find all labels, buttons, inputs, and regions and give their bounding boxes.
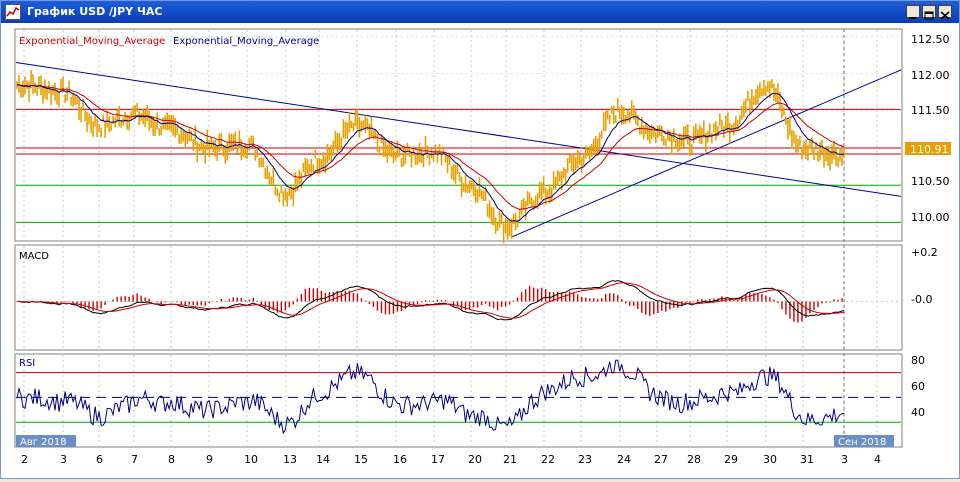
macd-y-tick: -0.0 bbox=[911, 293, 932, 306]
x-tick: 20 bbox=[468, 453, 482, 466]
month-end-label: Сен 2018 bbox=[838, 437, 886, 448]
x-tick: 23 bbox=[578, 453, 592, 466]
x-tick: 14 bbox=[316, 453, 330, 466]
x-tick: 3 bbox=[841, 453, 848, 466]
x-tick: 27 bbox=[654, 453, 668, 466]
chart-icon bbox=[5, 4, 21, 20]
month-start-label: Авг 2018 bbox=[20, 437, 67, 448]
x-tick: 13 bbox=[283, 453, 297, 466]
x-tick: 29 bbox=[724, 453, 738, 466]
x-tick: 15 bbox=[354, 453, 368, 466]
rsi-y-tick: 40 bbox=[911, 406, 925, 419]
macd-panel[interactable] bbox=[14, 244, 903, 351]
close-button[interactable] bbox=[938, 5, 952, 20]
minimize-button[interactable] bbox=[906, 5, 920, 19]
x-tick: 22 bbox=[541, 453, 555, 466]
chart-area[interactable]: Exponential_Moving_Average Exponential_M… bbox=[1, 23, 959, 478]
minimize-icon bbox=[909, 17, 916, 19]
x-tick: 6 bbox=[96, 453, 103, 466]
x-tick: 9 bbox=[206, 453, 213, 466]
y-tick: 110.00 bbox=[911, 211, 950, 224]
y-tick: 112.00 bbox=[911, 69, 950, 82]
x-tick: 28 bbox=[687, 453, 701, 466]
x-tick: 17 bbox=[431, 453, 445, 466]
x-tick: 31 bbox=[800, 453, 814, 466]
window-title: График USD /JPY ЧАС bbox=[27, 5, 163, 18]
x-tick: 8 bbox=[168, 453, 175, 466]
macd-y-tick: +0.2 bbox=[911, 246, 938, 259]
x-axis: 2 3 6 7 8 9 10 13 14 15 16 17 20 21 22 23 24 27 28 29 30 31 3 4 bbox=[21, 453, 881, 466]
maximize-icon bbox=[924, 11, 934, 20]
x-tick: 7 bbox=[131, 453, 138, 466]
x-tick: 3 bbox=[60, 453, 67, 466]
y-tick: 110.50 bbox=[911, 175, 950, 188]
rsi-y-tick: 80 bbox=[911, 354, 925, 367]
x-tick: 30 bbox=[763, 453, 777, 466]
legend-ema-1: Exponential_Moving_Average bbox=[19, 36, 165, 47]
current-price-label: 110.91 bbox=[910, 143, 949, 156]
title-bar[interactable]: График USD /JPY ЧАС bbox=[1, 1, 959, 23]
legend-ema-2: Exponential_Moving_Average bbox=[173, 36, 319, 47]
rsi-label: RSI bbox=[19, 358, 35, 369]
y-tick: 111.50 bbox=[911, 104, 950, 117]
price-y-axis: 112.50 112.00 111.50 111.00 110.50 110.0… bbox=[911, 33, 950, 224]
x-tick: 4 bbox=[874, 453, 881, 466]
y-tick: 112.50 bbox=[911, 33, 950, 46]
x-tick: 16 bbox=[393, 453, 407, 466]
close-icon bbox=[940, 11, 950, 20]
maximize-button[interactable] bbox=[922, 5, 936, 20]
chart-window: График USD /JPY ЧАС Exponential_Moving_A… bbox=[0, 0, 960, 479]
x-tick: 24 bbox=[617, 453, 631, 466]
rsi-y-tick: 60 bbox=[911, 380, 925, 393]
x-tick: 2 bbox=[21, 453, 28, 466]
macd-label: MACD bbox=[19, 251, 49, 262]
x-tick: 21 bbox=[503, 453, 517, 466]
chart-canvas[interactable]: Exponential_Moving_Average Exponential_M… bbox=[1, 23, 959, 478]
price-panel[interactable] bbox=[14, 28, 903, 242]
x-tick: 10 bbox=[244, 453, 258, 466]
